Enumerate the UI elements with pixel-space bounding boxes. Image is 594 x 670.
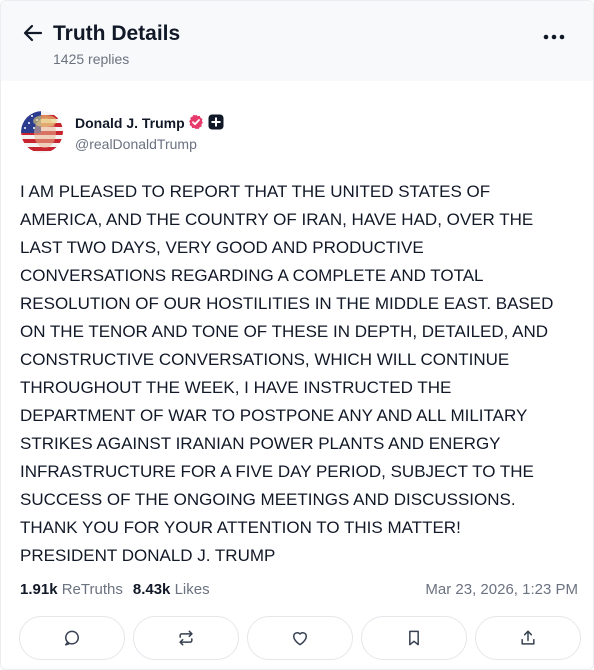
like-button[interactable] [247, 616, 353, 660]
likes-count: 8.43k [132, 581, 171, 598]
author-name[interactable]: Donald J. Trump [75, 114, 185, 132]
arrow-left-icon [23, 24, 43, 42]
verified-badge-icon [188, 114, 204, 130]
likes-label: Likes [174, 581, 210, 598]
author-handle[interactable]: @realDonaldTrump [75, 135, 197, 153]
more-options-button[interactable] [542, 29, 568, 40]
bookmark-icon [409, 630, 419, 646]
share-button[interactable] [475, 616, 581, 660]
share-icon [521, 630, 535, 645]
engagement-stats: 1.91k ReTruths 8.43k Likes [20, 580, 210, 600]
avatar[interactable] [21, 111, 63, 153]
page-header: Truth Details 1425 replies [1, 1, 593, 81]
post-body: I AM PLEASED TO REPORT THAT THE UNITED S… [20, 182, 554, 565]
truth-details-page: Truth Details 1425 replies Donald J. Tru… [0, 0, 594, 670]
retruth-icon [179, 630, 193, 646]
post-timestamp: Mar 23, 2026, 1:23 PM [425, 581, 578, 598]
back-button[interactable] [21, 21, 45, 45]
bookmark-button[interactable] [361, 616, 467, 660]
retruth-button[interactable] [133, 616, 239, 660]
action-bar [19, 616, 581, 660]
more-horizontal-icon [543, 34, 565, 40]
likes-stat[interactable]: 8.43k Likes [133, 581, 210, 598]
retruths-label: ReTruths [61, 581, 123, 598]
reply-count: 1425 replies [53, 51, 130, 67]
comment-icon [65, 630, 79, 646]
retruths-stat[interactable]: 1.91k ReTruths [20, 581, 123, 598]
retruths-count: 1.91k [20, 581, 58, 598]
plus-badge-icon [208, 114, 224, 130]
heart-icon [293, 632, 307, 646]
reply-button[interactable] [19, 616, 125, 660]
page-title: Truth Details [53, 22, 181, 45]
